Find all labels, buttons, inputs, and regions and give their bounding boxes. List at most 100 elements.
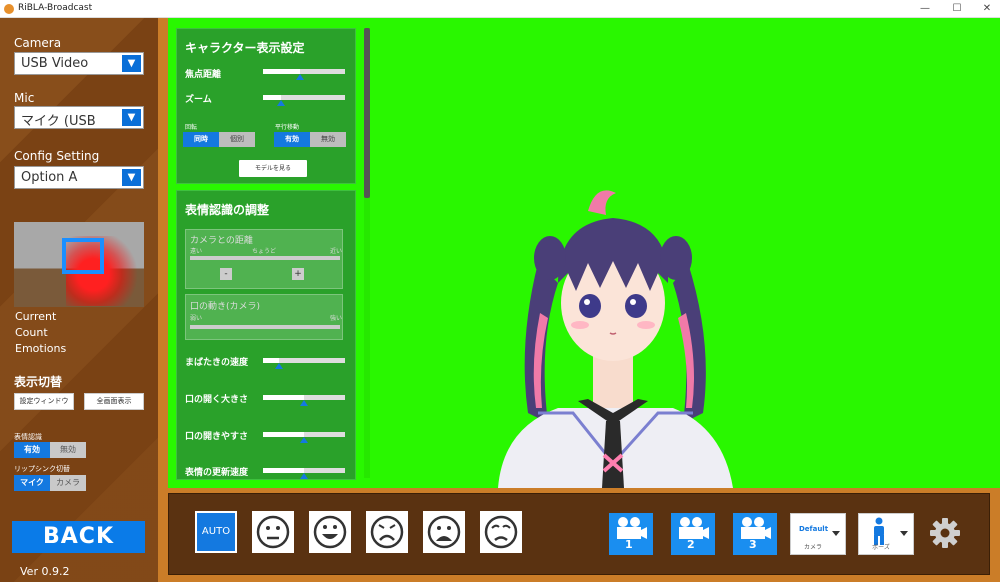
- camera-preset-select[interactable]: Default カメラ: [790, 513, 846, 555]
- chevron-down-icon: ▼: [122, 109, 141, 126]
- camera-preset-caption: カメラ: [803, 544, 822, 551]
- neutral-face-icon: [256, 515, 290, 549]
- view-model-button[interactable]: モデルを見る: [239, 160, 307, 177]
- camera-2-button[interactable]: 2: [671, 513, 715, 555]
- fullscreen-button[interactable]: 全画面表示: [84, 393, 144, 410]
- app-icon: [4, 4, 14, 14]
- frown-face-icon: [427, 515, 461, 549]
- update-speed-label: 表情の更新速度: [185, 468, 249, 478]
- focal-length-label: 焦点距離: [185, 70, 222, 80]
- green-screen-view: キャラクター表示設定 焦点距離 ズーム 回転 同時 個別 平行移動 有効 無効 …: [168, 18, 1000, 488]
- back-button[interactable]: BACK: [12, 521, 145, 553]
- mic-dropdown[interactable]: マイク (USB ▼: [14, 106, 144, 129]
- near-label: 遠い: [190, 248, 203, 255]
- translation-label: 平行移動: [275, 124, 300, 131]
- video-camera-icon: [741, 517, 771, 539]
- minimize-button[interactable]: —: [918, 2, 932, 16]
- translation-toggle: 有効 無効: [274, 132, 346, 147]
- video-camera-icon: [679, 517, 709, 539]
- mouth-camera-box: 口の動き(カメラ) 弱い 強い: [185, 294, 343, 340]
- mouth-camera-slider: [190, 325, 340, 329]
- zoom-slider[interactable]: [263, 95, 345, 106]
- face-recognition-label: 表情認識: [14, 433, 42, 441]
- panel-scrollbar[interactable]: [364, 28, 370, 198]
- chevron-down-icon: [900, 531, 908, 536]
- face-tracking-box: [62, 238, 104, 274]
- frown-face-button[interactable]: [423, 511, 465, 553]
- rotation-toggle: 同時 個別: [183, 132, 255, 147]
- config-setting-label: Config Setting: [14, 149, 100, 163]
- sidebar: Camera USB Video ▼ Mic マイク (USB ▼ Config…: [0, 18, 158, 582]
- blink-speed-label: まばたきの速度: [185, 358, 249, 368]
- camera-distance-box: カメラとの距離 遠い ちょうど 近い - +: [185, 229, 343, 289]
- mouth-ease-label: 口の開きやすさ: [185, 432, 249, 442]
- mouth-camera-label: 口の動き(カメラ): [190, 302, 261, 312]
- distance-minus-button[interactable]: -: [220, 268, 232, 280]
- strong-label: 強い: [330, 315, 343, 322]
- camera-3-button[interactable]: 3: [733, 513, 777, 555]
- camera-2-number: 2: [687, 538, 695, 551]
- pose-select[interactable]: ポーズ: [858, 513, 914, 555]
- mouth-ease-slider[interactable]: [263, 432, 345, 443]
- settings-window-button[interactable]: 設定ウィンドウ: [14, 393, 74, 410]
- bottom-toolbar: AUTO 1 2 3 Default カメラ ポーズ: [168, 493, 990, 575]
- pose-caption: ポーズ: [872, 544, 890, 551]
- chevron-down-icon: ▼: [122, 169, 141, 186]
- zoom-label: ズーム: [185, 95, 212, 105]
- sad-face-button[interactable]: [366, 511, 408, 553]
- close-button[interactable]: ✕: [980, 2, 994, 16]
- mouth-open-slider[interactable]: [263, 395, 345, 406]
- chevron-down-icon: [832, 531, 840, 536]
- distance-plus-button[interactable]: +: [292, 268, 304, 280]
- version-label: Ver 0.9.2: [20, 565, 70, 578]
- rotation-separate[interactable]: 個別: [219, 132, 255, 147]
- happy-face-button[interactable]: [309, 511, 351, 553]
- blink-speed-slider[interactable]: [263, 358, 345, 369]
- mic-dropdown-value: マイク (USB: [21, 114, 96, 129]
- stat-emotions: Emotions: [15, 342, 67, 355]
- camera-distance-slider: [190, 256, 340, 260]
- title-bar: RiBLA-Broadcast — ☐ ✕: [0, 0, 1000, 18]
- camera-1-button[interactable]: 1: [609, 513, 653, 555]
- tracking-preview: [14, 222, 144, 307]
- expression-panel: 表情認識の調整 カメラとの距離 遠い ちょうど 近い - + 口の動き(カメラ)…: [176, 190, 356, 480]
- lipsync-label: リップシンク切替: [14, 465, 70, 473]
- video-camera-icon: [617, 517, 647, 539]
- config-dropdown[interactable]: Option A ▼: [14, 166, 144, 189]
- auto-emotion-button[interactable]: AUTO: [195, 511, 237, 553]
- face-recognition-on[interactable]: 有効: [14, 442, 50, 458]
- character-panel-title: キャラクター表示設定: [185, 41, 305, 55]
- camera-3-number: 3: [749, 538, 757, 551]
- camera-preset-value: Default: [799, 525, 829, 533]
- happy-face-icon: [313, 515, 347, 549]
- chevron-down-icon: ▼: [122, 55, 141, 72]
- neutral-face-button[interactable]: [252, 511, 294, 553]
- translation-on[interactable]: 有効: [274, 132, 310, 147]
- rotation-sync[interactable]: 同時: [183, 132, 219, 147]
- update-speed-slider[interactable]: [263, 468, 345, 479]
- far-label: 近い: [330, 248, 343, 255]
- lipsync-camera[interactable]: カメラ: [50, 475, 86, 491]
- camera-dropdown[interactable]: USB Video ▼: [14, 52, 144, 75]
- translation-off[interactable]: 無効: [310, 132, 346, 147]
- gear-icon[interactable]: [929, 517, 961, 549]
- camera-1-number: 1: [625, 538, 633, 551]
- face-recognition-off[interactable]: 無効: [50, 442, 86, 458]
- expression-panel-title: 表情認識の調整: [185, 203, 270, 217]
- lipsync-toggle: マイク カメラ: [14, 475, 86, 491]
- lipsync-mic[interactable]: マイク: [14, 475, 50, 491]
- camera-label: Camera: [14, 36, 62, 50]
- avatar-character: [498, 190, 733, 488]
- camera-dropdown-value: USB Video: [21, 56, 89, 71]
- character-display-panel: キャラクター表示設定 焦点距離 ズーム 回転 同時 個別 平行移動 有効 無効 …: [176, 28, 356, 184]
- worried-face-icon: [484, 515, 518, 549]
- stat-count: Count: [15, 326, 48, 339]
- worried-face-button[interactable]: [480, 511, 522, 553]
- weak-label: 弱い: [190, 315, 203, 322]
- sad-face-icon: [370, 515, 404, 549]
- maximize-button[interactable]: ☐: [950, 2, 964, 16]
- mid-label: ちょうど: [252, 248, 277, 255]
- config-dropdown-value: Option A: [21, 170, 78, 185]
- focal-length-slider[interactable]: [263, 69, 345, 80]
- stat-current: Current: [15, 310, 57, 323]
